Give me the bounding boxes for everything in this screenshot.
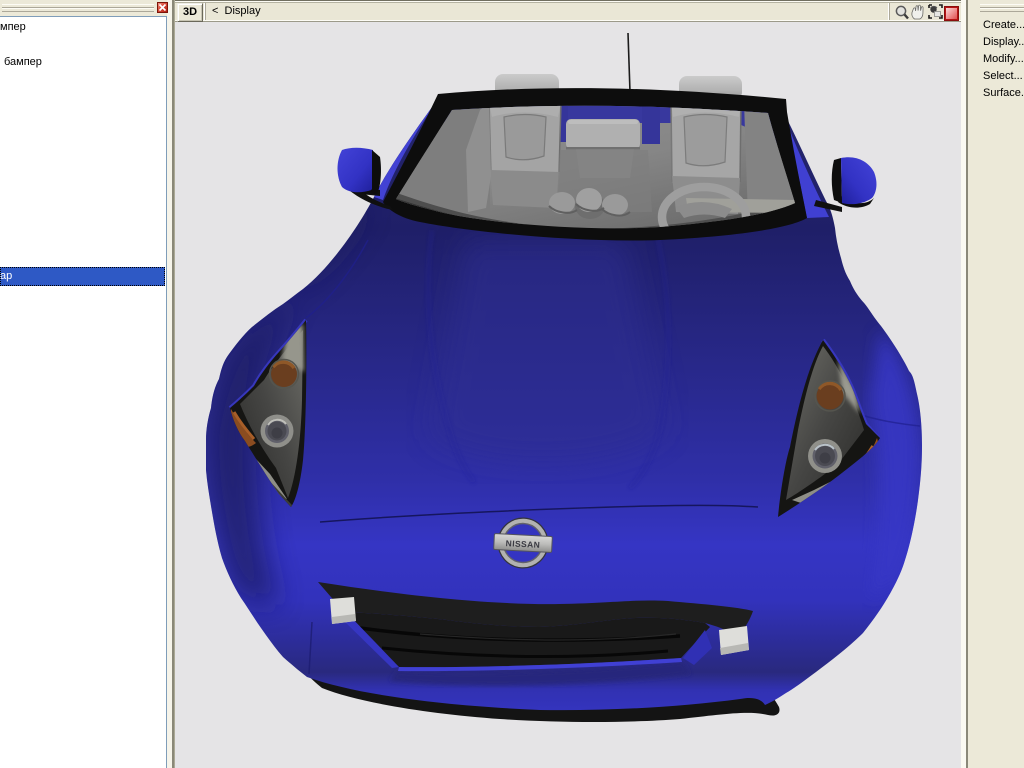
svg-text:NISSAN: NISSAN bbox=[505, 538, 540, 550]
